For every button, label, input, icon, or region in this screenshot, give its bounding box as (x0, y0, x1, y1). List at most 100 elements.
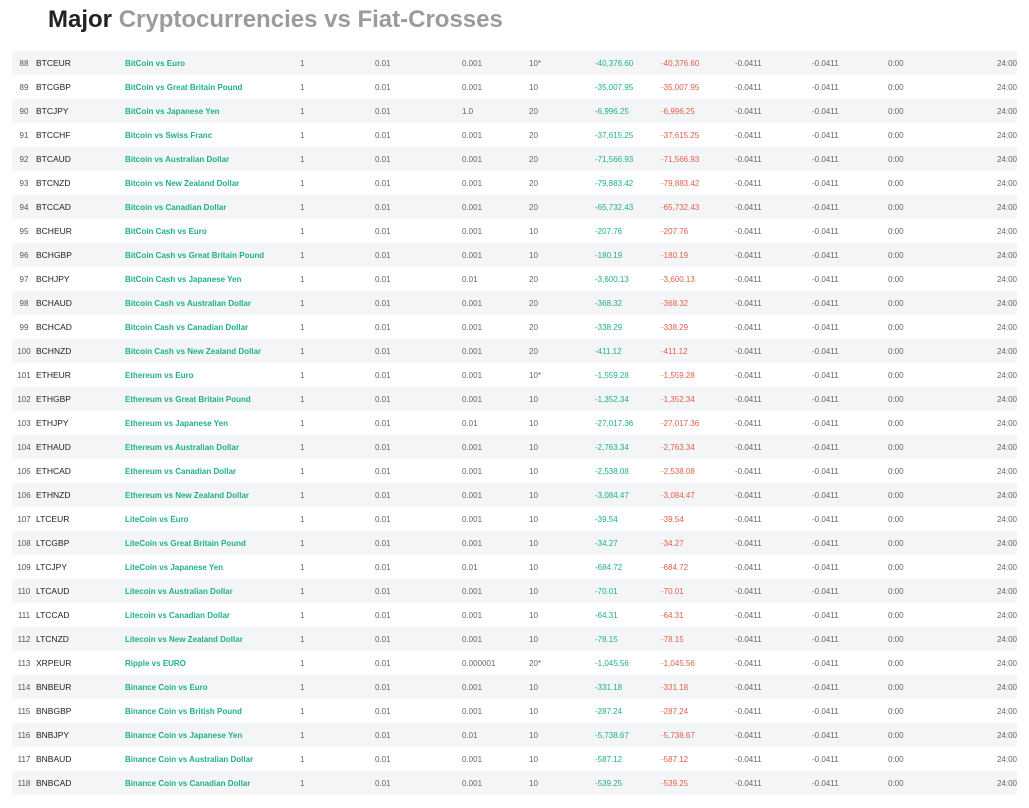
row-number: 103 (12, 411, 36, 435)
contract-size-cell: 1 (300, 99, 375, 123)
swap-short-cell: -79,883.42 (661, 171, 735, 195)
close-time-cell: 24:00 (937, 411, 1017, 435)
description-cell: Bitcoin Cash vs Australian Dollar (125, 291, 300, 315)
min-volume-cell: 0.01 (375, 315, 462, 339)
leverage-cell: 20 (529, 195, 595, 219)
swap-short-cell: -207.76 (661, 219, 735, 243)
value-cell-1: -0.0411 (735, 603, 812, 627)
swap-long-cell: -6,996.25 (595, 99, 661, 123)
swap-short-cell: -587.12 (661, 747, 735, 771)
symbol-cell: ETHNZD (36, 483, 125, 507)
table-row: 106 ETHNZD Ethereum vs New Zealand Dollar 1… (12, 483, 1017, 507)
open-time-cell: 0:00 (888, 75, 937, 99)
swap-short-cell: -287.24 (661, 699, 735, 723)
symbol-cell: BTCEUR (36, 51, 125, 75)
table-row: 101 ETHEUR Ethereum vs Euro 1 0.01 0.001 10* -1… (12, 363, 1017, 387)
tick-size-cell: 0.001 (462, 435, 529, 459)
open-time-cell: 0:00 (888, 507, 937, 531)
table-row: 111 LTCCAD Litecoin vs Canadian Dollar 1 0.0… (12, 603, 1017, 627)
open-time-cell: 0:00 (888, 459, 937, 483)
leverage-cell: 10 (529, 483, 595, 507)
swap-long-cell: -3,084.47 (595, 483, 661, 507)
table-row: 89 BTCGBP BitCoin vs Great Britain Pound 1 0… (12, 75, 1017, 99)
description-cell: BitCoin vs Great Britain Pound (125, 75, 300, 99)
leverage-cell: 10* (529, 51, 595, 75)
open-time-cell: 0:00 (888, 219, 937, 243)
symbol-cell: BTCCAD (36, 195, 125, 219)
contract-size-cell: 1 (300, 579, 375, 603)
open-time-cell: 0:00 (888, 675, 937, 699)
row-number: 88 (12, 51, 36, 75)
leverage-cell: 10 (529, 747, 595, 771)
leverage-cell: 20 (529, 171, 595, 195)
swap-long-cell: -70.01 (595, 579, 661, 603)
table-row: 114 BNBEUR Binance Coin vs Euro 1 0.01 0.001 1… (12, 675, 1017, 699)
swap-short-cell: -78.15 (661, 627, 735, 651)
description-cell: Bitcoin vs Swiss Franc (125, 123, 300, 147)
close-time-cell: 24:00 (937, 651, 1017, 675)
symbol-cell: ETHCAD (36, 459, 125, 483)
value-cell-1: -0.0411 (735, 171, 812, 195)
value-cell-1: -0.0411 (735, 339, 812, 363)
swap-long-cell: -27,017.36 (595, 411, 661, 435)
leverage-cell: 20 (529, 291, 595, 315)
swap-short-cell: -331.18 (661, 675, 735, 699)
symbol-cell: BNBCAD (36, 771, 125, 795)
min-volume-cell: 0.01 (375, 411, 462, 435)
symbol-cell: BTCNZD (36, 171, 125, 195)
swap-short-cell: -1,559.28 (661, 363, 735, 387)
tick-size-cell: 0.001 (462, 123, 529, 147)
min-volume-cell: 0.01 (375, 579, 462, 603)
description-cell: Ethereum vs Great Britain Pound (125, 387, 300, 411)
value-cell-1: -0.0411 (735, 627, 812, 651)
leverage-cell: 10 (529, 771, 595, 795)
description-cell: Binance Coin vs Japanese Yen (125, 723, 300, 747)
tick-size-cell: 0.01 (462, 723, 529, 747)
swap-short-cell: -37,615.25 (661, 123, 735, 147)
swap-short-cell: -2,763.34 (661, 435, 735, 459)
close-time-cell: 24:00 (937, 171, 1017, 195)
min-volume-cell: 0.01 (375, 531, 462, 555)
value-cell-1: -0.0411 (735, 147, 812, 171)
symbol-cell: LTCJPY (36, 555, 125, 579)
value-cell-2: -0.0411 (812, 699, 888, 723)
symbol-cell: BNBGBP (36, 699, 125, 723)
contract-size-cell: 1 (300, 699, 375, 723)
value-cell-2: -0.0411 (812, 147, 888, 171)
value-cell-2: -0.0411 (812, 339, 888, 363)
swap-long-cell: -287.24 (595, 699, 661, 723)
close-time-cell: 24:00 (937, 315, 1017, 339)
swap-short-cell: -3,600.13 (661, 267, 735, 291)
tick-size-cell: 0.001 (462, 627, 529, 651)
min-volume-cell: 0.01 (375, 291, 462, 315)
row-number: 104 (12, 435, 36, 459)
row-number: 108 (12, 531, 36, 555)
leverage-cell: 10 (529, 627, 595, 651)
min-volume-cell: 0.01 (375, 51, 462, 75)
open-time-cell: 0:00 (888, 603, 937, 627)
contract-size-cell: 1 (300, 75, 375, 99)
table-row: 91 BTCCHF Bitcoin vs Swiss Franc 1 0.01 0.001… (12, 123, 1017, 147)
swap-long-cell: -180.19 (595, 243, 661, 267)
swap-short-cell: -39.54 (661, 507, 735, 531)
contract-size-cell: 1 (300, 483, 375, 507)
leverage-cell: 20 (529, 147, 595, 171)
swap-long-cell: -5,738.67 (595, 723, 661, 747)
table-row: 88 BTCEUR BitCoin vs Euro 1 0.01 0.001 10* -40,… (12, 51, 1017, 75)
open-time-cell: 0:00 (888, 195, 937, 219)
row-number: 98 (12, 291, 36, 315)
description-cell: BitCoin vs Japanese Yen (125, 99, 300, 123)
open-time-cell: 0:00 (888, 411, 937, 435)
page-title: Major Cryptocurrencies vs Fiat-Crosses (48, 6, 503, 34)
value-cell-1: -0.0411 (735, 291, 812, 315)
value-cell-2: -0.0411 (812, 363, 888, 387)
symbol-cell: LTCGBP (36, 531, 125, 555)
table-row: 112 LTCNZD Litecoin vs New Zealand Dollar 1… (12, 627, 1017, 651)
row-number: 101 (12, 363, 36, 387)
swap-long-cell: -207.76 (595, 219, 661, 243)
description-cell: Ethereum vs Euro (125, 363, 300, 387)
contract-size-cell: 1 (300, 123, 375, 147)
symbol-cell: BCHEUR (36, 219, 125, 243)
description-cell: Litecoin vs Australian Dollar (125, 579, 300, 603)
close-time-cell: 24:00 (937, 363, 1017, 387)
